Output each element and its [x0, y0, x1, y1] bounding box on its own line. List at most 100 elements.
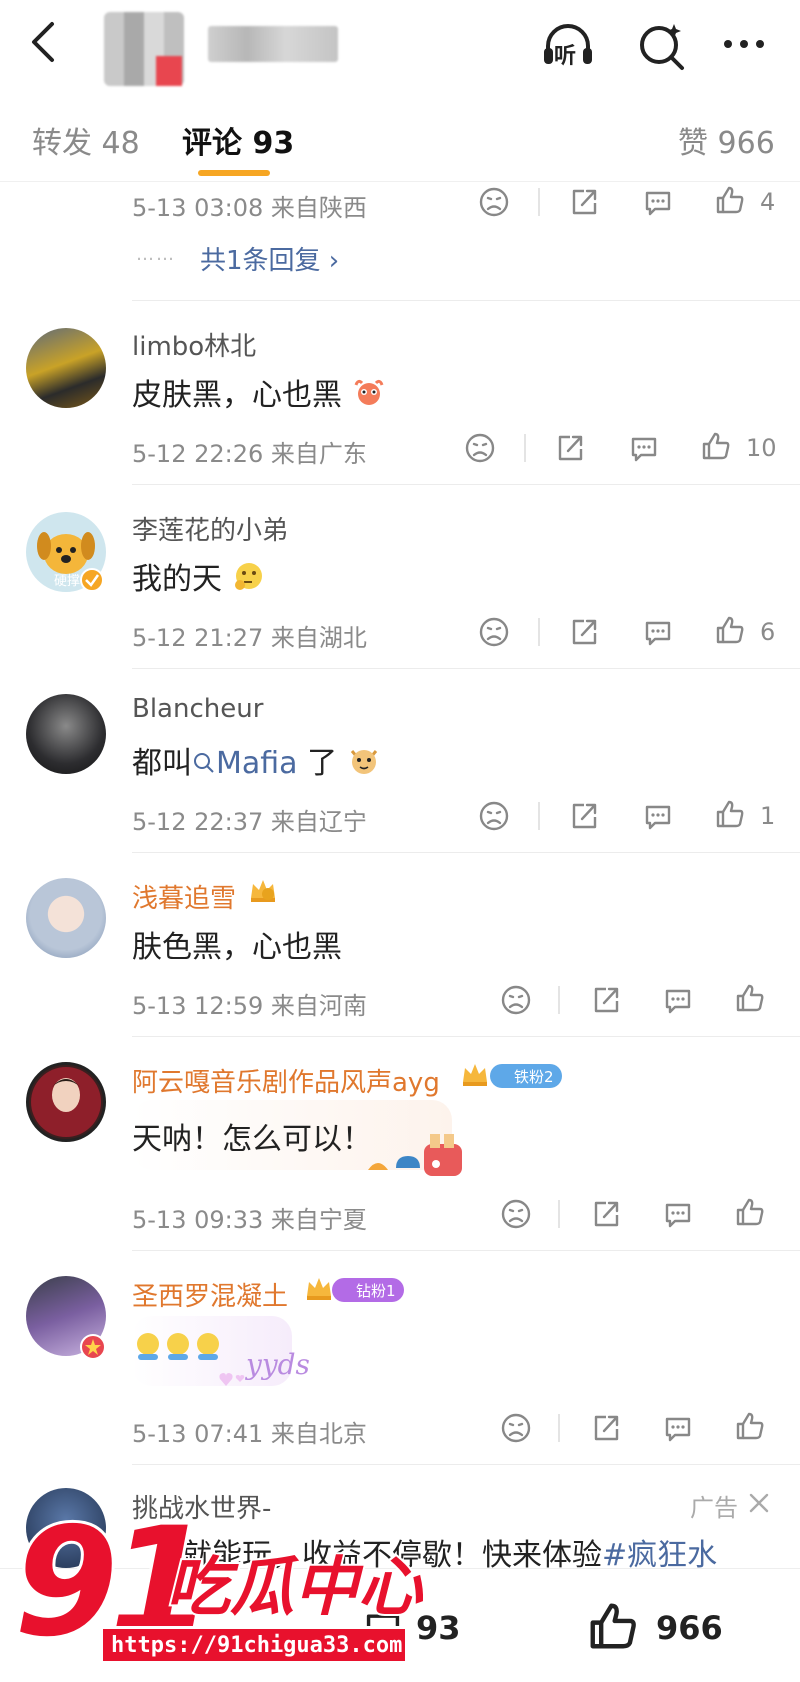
divider	[538, 188, 540, 216]
divider	[538, 618, 540, 646]
row-divider	[132, 1250, 800, 1251]
reply-icon[interactable]	[662, 1412, 694, 1444]
comment-text: 都叫 Mafia 了	[132, 738, 381, 782]
avatar[interactable]	[26, 1062, 106, 1142]
dislike-icon[interactable]	[478, 186, 510, 218]
comment-username[interactable]: limbo林北	[132, 326, 256, 363]
reply-icon[interactable]	[662, 984, 694, 1016]
row-divider	[132, 1464, 800, 1465]
verified-badge	[80, 568, 104, 592]
listen-headphones-icon[interactable]: 听	[540, 18, 596, 74]
tab-likes[interactable]: 赞 966	[678, 118, 775, 162]
top-bar: 听	[0, 0, 800, 90]
back-arrow-icon[interactable]	[24, 20, 64, 64]
share-icon[interactable]	[568, 800, 600, 832]
reply-icon[interactable]	[642, 616, 674, 648]
comment-text: 天呐！怎么可以！	[132, 1122, 372, 1157]
topic-link[interactable]: Mafia	[192, 746, 298, 781]
comment-meta: 5-12 21:27 来自湖北	[132, 624, 367, 652]
divider	[558, 1414, 560, 1442]
watermark-logo: 91 吃瓜中心 https://91chigua33.com	[11, 1505, 434, 1678]
avatar[interactable]	[26, 878, 106, 958]
comment-username[interactable]: 浅暮追雪	[132, 878, 236, 915]
comment-username[interactable]: 圣西罗混凝土	[132, 1276, 288, 1313]
close-ad-icon[interactable]	[746, 1490, 772, 1516]
share-icon[interactable]	[554, 432, 586, 464]
like-icon[interactable]	[700, 430, 732, 462]
active-tab-indicator	[198, 170, 270, 176]
comment-meta: 5-13 03:08 来自陕西	[132, 194, 367, 222]
blurred-username[interactable]	[208, 26, 338, 62]
watermark-url: https://91chigua33.com	[100, 1626, 408, 1664]
hearts-icon	[219, 1373, 245, 1386]
avatar[interactable]	[26, 328, 106, 408]
share-icon[interactable]	[590, 984, 622, 1016]
comment-meta: 5-12 22:37 来自辽宁	[132, 808, 367, 836]
divider	[558, 986, 560, 1014]
listen-label: 听	[554, 44, 577, 69]
cat-emoji-icon	[350, 750, 377, 774]
yyds-sticker: yyds	[246, 1348, 310, 1381]
share-icon[interactable]	[568, 186, 600, 218]
like-icon[interactable]	[734, 1196, 766, 1228]
row-divider	[132, 852, 800, 853]
dislike-icon[interactable]	[478, 800, 510, 832]
share-icon[interactable]	[590, 1198, 622, 1230]
fan-level-badge: 铁粉2	[490, 1064, 562, 1088]
like-count: 6	[760, 618, 776, 646]
like-count: 10	[746, 434, 777, 462]
portrait-avatar-icon	[31, 1067, 101, 1137]
dislike-icon[interactable]	[500, 1198, 532, 1230]
comment-meta: 5-13 07:41 来自北京	[132, 1420, 367, 1448]
comment-username[interactable]: Blancheur	[132, 694, 263, 724]
search-sparkle-icon[interactable]	[634, 18, 690, 74]
like-icon[interactable]	[714, 798, 746, 830]
like-count: 4	[760, 188, 776, 216]
reply-dots: ……	[136, 244, 176, 265]
like-icon[interactable]	[734, 982, 766, 1014]
row-divider	[132, 668, 800, 669]
ad-label: 广告	[690, 1494, 738, 1522]
like-count: 1	[760, 802, 776, 830]
dislike-icon[interactable]	[500, 984, 532, 1016]
crown-badge-icon	[463, 1064, 487, 1086]
reply-icon[interactable]	[642, 186, 674, 218]
tab-comments[interactable]: 评论 93	[182, 118, 294, 162]
comment-meta: 5-13 09:33 来自宁夏	[132, 1206, 367, 1234]
reply-icon[interactable]	[662, 1198, 694, 1230]
crown-badge-icon	[251, 880, 275, 902]
comment-text: 我的天	[132, 554, 266, 598]
star-badge	[80, 1334, 106, 1360]
crown-badge-icon	[307, 1278, 331, 1300]
crab-emoji-icon	[354, 379, 383, 405]
comment-username[interactable]: 李莲花的小弟	[132, 510, 288, 547]
comment-text: 肤色黑，心也黑	[132, 930, 342, 965]
tab-repost[interactable]: 转发 48	[32, 118, 140, 162]
like-icon[interactable]	[714, 184, 746, 216]
comment-meta: 5-13 12:59 来自河南	[132, 992, 367, 1020]
share-icon[interactable]	[568, 616, 600, 648]
thinking-emoji-icon	[234, 563, 262, 590]
clapping-emojis-icon	[137, 1333, 219, 1360]
blurred-avatar[interactable]	[104, 12, 184, 86]
avatar[interactable]	[26, 694, 106, 774]
share-icon[interactable]	[590, 1412, 622, 1444]
like-icon[interactable]	[734, 1410, 766, 1442]
dislike-icon[interactable]	[500, 1412, 532, 1444]
divider	[558, 1200, 560, 1228]
toaster-sticker-icon	[368, 1134, 462, 1176]
divider	[538, 802, 540, 830]
like-icon[interactable]	[714, 614, 746, 646]
view-replies-link[interactable]: 共1条回复 ›	[200, 240, 339, 277]
reply-icon[interactable]	[642, 800, 674, 832]
dislike-icon[interactable]	[478, 616, 510, 648]
row-divider	[132, 484, 800, 485]
comment-username[interactable]: 阿云嘎音乐剧作品风声ayg	[132, 1062, 440, 1099]
reply-icon[interactable]	[628, 432, 660, 464]
bottom-like-icon[interactable]	[586, 1599, 640, 1653]
more-options-icon[interactable]	[716, 18, 772, 74]
dislike-icon[interactable]	[464, 432, 496, 464]
bottom-like-count[interactable]: 966	[656, 1609, 723, 1647]
avatar-label: 硬撑	[54, 574, 81, 589]
search-icon	[194, 753, 214, 773]
